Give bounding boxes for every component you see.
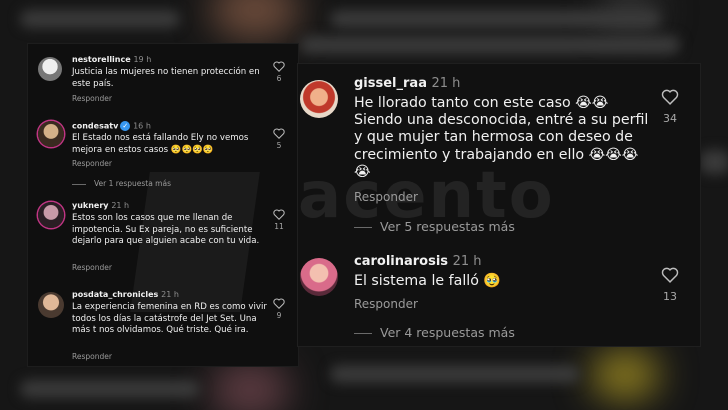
reply-button[interactable]: Responder (354, 190, 418, 204)
avatar[interactable] (38, 57, 62, 81)
avatar[interactable] (38, 121, 64, 147)
bg-blur-shape (210, 360, 290, 410)
like-button[interactable]: 13 (657, 267, 683, 303)
like-count: 34 (663, 112, 677, 125)
view-more-replies-label[interactable]: Ver 5 respuestas más (380, 219, 515, 234)
view-more-replies-label[interactable]: Ver 1 respuesta más (94, 179, 171, 188)
avatar[interactable] (38, 292, 64, 318)
heart-icon[interactable] (273, 298, 285, 309)
bg-blur-line (20, 380, 200, 398)
heart-icon[interactable] (273, 128, 285, 139)
comment-text: He llorado tanto con este caso 😭😭 Siendo… (354, 95, 649, 180)
verified-badge-icon: ✓ (120, 121, 131, 131)
like-button[interactable]: 9 (271, 298, 287, 320)
bg-blur-line (700, 150, 728, 174)
comment-text: Justicia las mujeres no tienen protecció… (72, 67, 260, 89)
comment-time: 21 h (111, 201, 130, 210)
comment-text: El sistema le falló 🥹 (354, 273, 502, 289)
comment-text: La experiencia femenina en RD es como vi… (72, 302, 267, 336)
bg-blur-line (330, 365, 580, 383)
divider (354, 227, 372, 228)
bg-blur-line (330, 10, 660, 28)
view-more-replies[interactable]: Ver 1 respuesta más (72, 179, 171, 188)
like-button[interactable]: 11 (271, 209, 287, 231)
comment-time: 19 h (133, 55, 152, 64)
comment-username[interactable]: posdata_chronicles 21 h (72, 290, 179, 299)
like-count: 13 (663, 290, 677, 303)
like-button[interactable]: 5 (271, 128, 287, 150)
avatar[interactable] (300, 80, 338, 118)
left-comments-panel: nestorellince 19 h Justicia las mujeres … (28, 44, 298, 366)
view-more-replies-label[interactable]: Ver 4 respuestas más (380, 325, 515, 340)
comment-time: 21 h (431, 76, 461, 91)
comment-time: 21 h (161, 290, 179, 299)
comment-username[interactable]: nestorellince 19 h (72, 55, 151, 64)
comment-text: Estos son los casos que me llenan de imp… (72, 213, 260, 247)
reply-button[interactable]: Responder (72, 94, 112, 103)
heart-icon[interactable] (273, 61, 285, 72)
reply-button[interactable]: Responder (72, 352, 112, 361)
bg-blur-shape (210, 0, 300, 40)
divider (72, 183, 86, 185)
reply-button[interactable]: Responder (72, 159, 112, 168)
heart-icon[interactable] (661, 267, 679, 283)
like-count: 11 (274, 222, 284, 231)
comment-time: 16 h (133, 121, 151, 131)
avatar[interactable] (300, 258, 338, 296)
comment-username[interactable]: yuknery 21 h (72, 201, 129, 210)
like-button[interactable]: 34 (657, 89, 683, 125)
like-count: 5 (276, 141, 282, 150)
bg-blur-line (20, 10, 180, 28)
heart-icon[interactable] (273, 209, 285, 220)
like-count: 9 (276, 311, 282, 320)
bg-blur-line (300, 36, 680, 54)
right-comments-panel: acento gissel_raa 21 h He llorado tanto … (298, 64, 700, 346)
comment-username[interactable]: carolinarosis 21 h (354, 254, 482, 269)
comment-text: El Estado nos está fallando Ely no vemos… (72, 133, 249, 155)
view-more-replies[interactable]: Ver 4 respuestas más (354, 325, 515, 340)
like-button[interactable]: 6 (271, 61, 287, 83)
comment-username[interactable]: condesatv ✓ 16 h (72, 121, 151, 131)
comment-time: 21 h (452, 254, 482, 269)
comment-username[interactable]: gissel_raa 21 h (354, 76, 460, 91)
bg-blur-shape (590, 350, 660, 400)
view-more-replies[interactable]: Ver 5 respuestas más (354, 219, 515, 234)
reply-button[interactable]: Responder (72, 263, 112, 272)
divider (354, 333, 372, 334)
reply-button[interactable]: Responder (354, 297, 418, 311)
like-count: 6 (276, 74, 282, 83)
avatar[interactable] (38, 202, 64, 228)
heart-icon[interactable] (661, 89, 679, 105)
